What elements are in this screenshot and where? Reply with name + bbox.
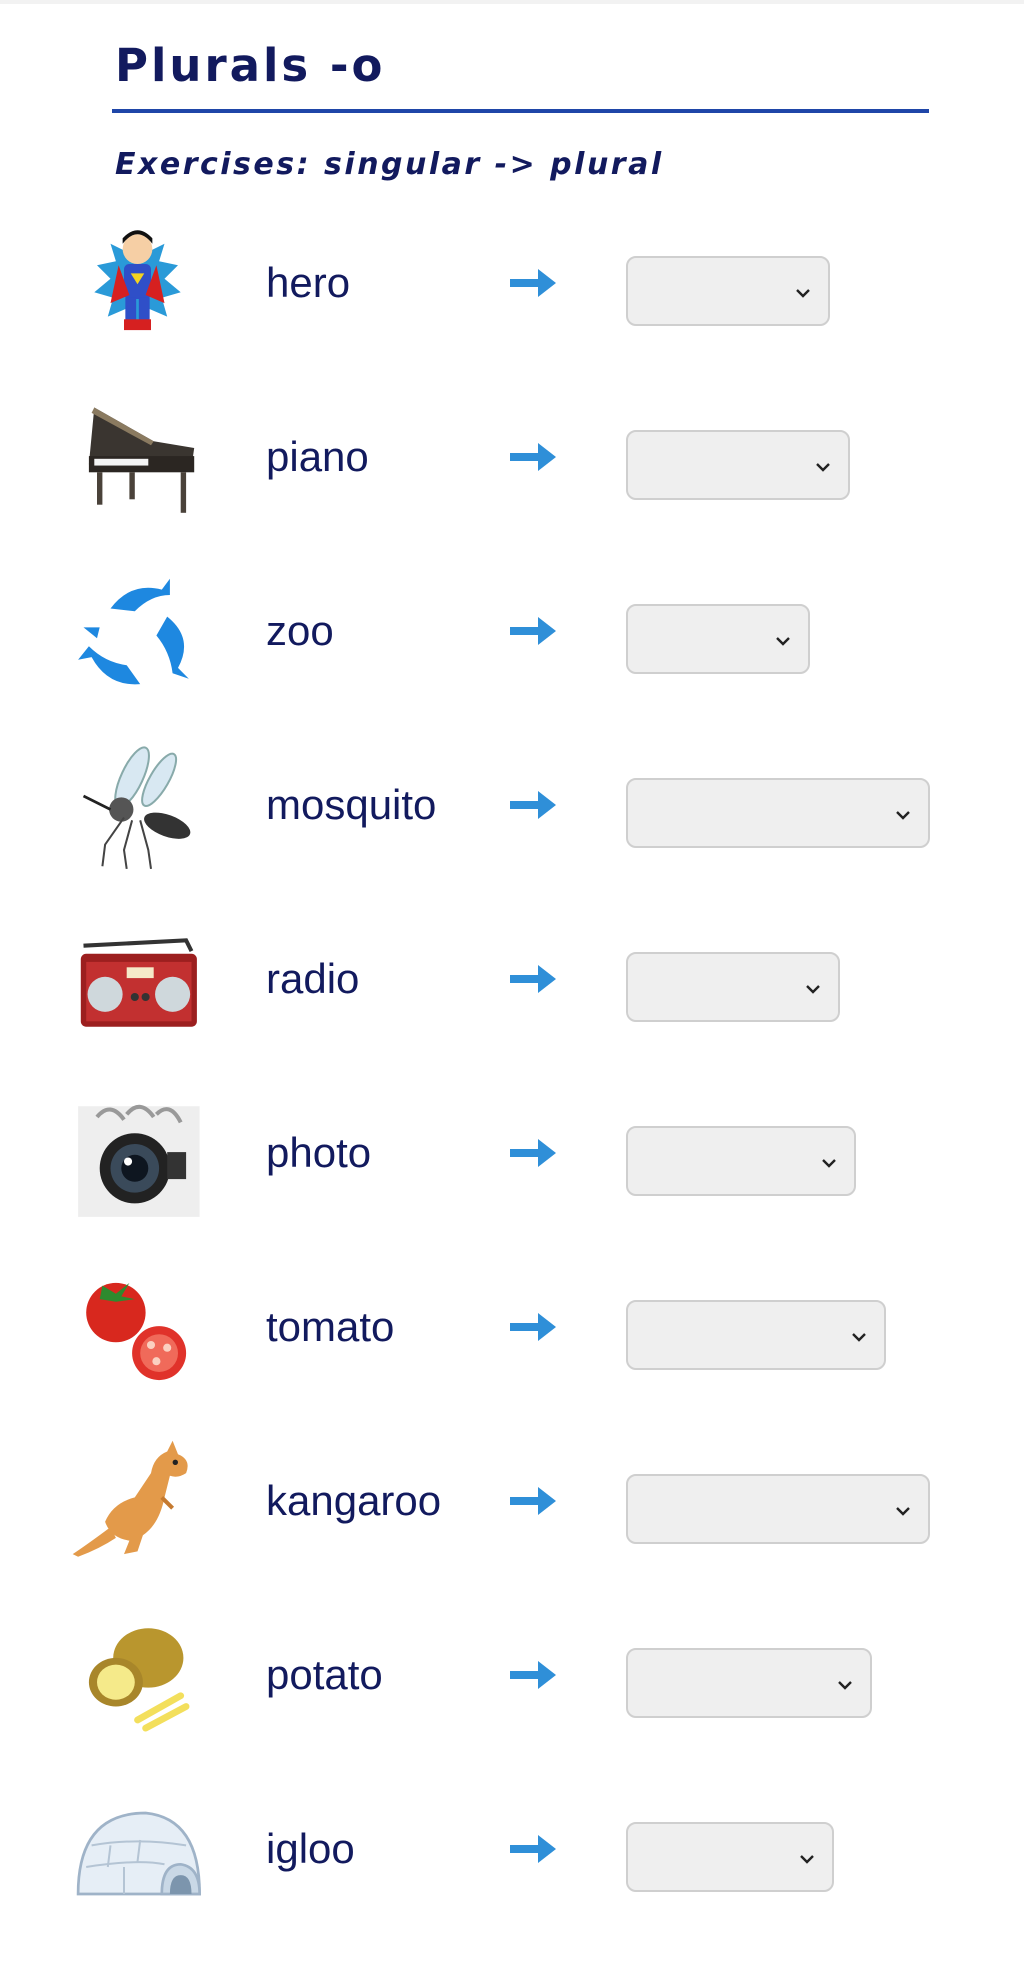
- arrow-right-icon: [510, 1313, 556, 1341]
- plural-select-radio[interactable]: [626, 952, 840, 1022]
- singular-word: mosquito: [266, 781, 437, 828]
- page-title: Plurals -o: [115, 39, 386, 92]
- piano-icon: [70, 394, 205, 529]
- arrow-right-icon: [510, 269, 556, 297]
- chevron-down-icon: [800, 1855, 814, 1864]
- potato-icon: [70, 1612, 205, 1747]
- singular-word: zoo: [266, 607, 334, 654]
- singular-word: tomato: [266, 1303, 395, 1350]
- camera-icon: [70, 1090, 205, 1225]
- arrow-right-icon: [510, 1487, 556, 1515]
- chevron-down-icon: [806, 985, 820, 994]
- exercise-row-mosquito: mosquito: [0, 700, 1024, 874]
- chevron-down-icon: [822, 1159, 836, 1168]
- superhero-icon: [70, 214, 205, 349]
- plural-select-hero[interactable]: [626, 256, 830, 326]
- singular-word: igloo: [266, 1825, 355, 1872]
- plural-select-potato[interactable]: [626, 1648, 872, 1718]
- radio-icon: [70, 916, 205, 1051]
- plural-select-photo[interactable]: [626, 1126, 856, 1196]
- exercise-row-igloo: igloo: [0, 1744, 1024, 1918]
- plural-select-tomato[interactable]: [626, 1300, 886, 1370]
- singular-word: photo: [266, 1129, 372, 1176]
- dolphins-icon: [70, 568, 205, 703]
- arrow-right-icon: [510, 1139, 556, 1167]
- exercise-row-photo: photo: [0, 1048, 1024, 1222]
- exercise-row-tomato: tomato: [0, 1222, 1024, 1396]
- arrow-right-icon: [510, 791, 556, 819]
- arrow-right-icon: [510, 617, 556, 645]
- mosquito-icon: [70, 742, 205, 877]
- plural-select-mosquito[interactable]: [626, 778, 930, 848]
- singular-word: hero: [266, 259, 351, 306]
- chevron-down-icon: [816, 463, 830, 472]
- plural-select-kangaroo[interactable]: [626, 1474, 930, 1544]
- top-bar: [0, 0, 1024, 4]
- igloo-icon: [70, 1786, 205, 1921]
- arrow-right-icon: [510, 443, 556, 471]
- singular-word: piano: [266, 433, 369, 480]
- singular-word: radio: [266, 955, 360, 1002]
- kangaroo-icon: [70, 1438, 205, 1573]
- arrow-right-icon: [510, 965, 556, 993]
- chevron-down-icon: [896, 1507, 910, 1516]
- exercise-row-piano: piano: [0, 352, 1024, 526]
- arrow-right-icon: [510, 1661, 556, 1689]
- plural-select-piano[interactable]: [626, 430, 850, 500]
- tomato-icon: [70, 1264, 205, 1399]
- chevron-down-icon: [838, 1681, 852, 1690]
- chevron-down-icon: [896, 811, 910, 820]
- singular-word: kangaroo: [266, 1477, 442, 1524]
- arrow-right-icon: [510, 1835, 556, 1863]
- exercise-row-kangaroo: kangaroo: [0, 1396, 1024, 1570]
- singular-word: potato: [266, 1651, 383, 1698]
- chevron-down-icon: [852, 1333, 866, 1342]
- title-divider: [112, 109, 929, 113]
- exercise-row-radio: radio: [0, 874, 1024, 1048]
- plural-select-igloo[interactable]: [626, 1822, 834, 1892]
- chevron-down-icon: [776, 637, 790, 646]
- exercise-row-potato: potato: [0, 1570, 1024, 1744]
- exercise-row-zoo: zoo: [0, 526, 1024, 700]
- plural-select-zoo[interactable]: [626, 604, 810, 674]
- exercise-row-hero: hero: [0, 178, 1024, 352]
- chevron-down-icon: [796, 289, 810, 298]
